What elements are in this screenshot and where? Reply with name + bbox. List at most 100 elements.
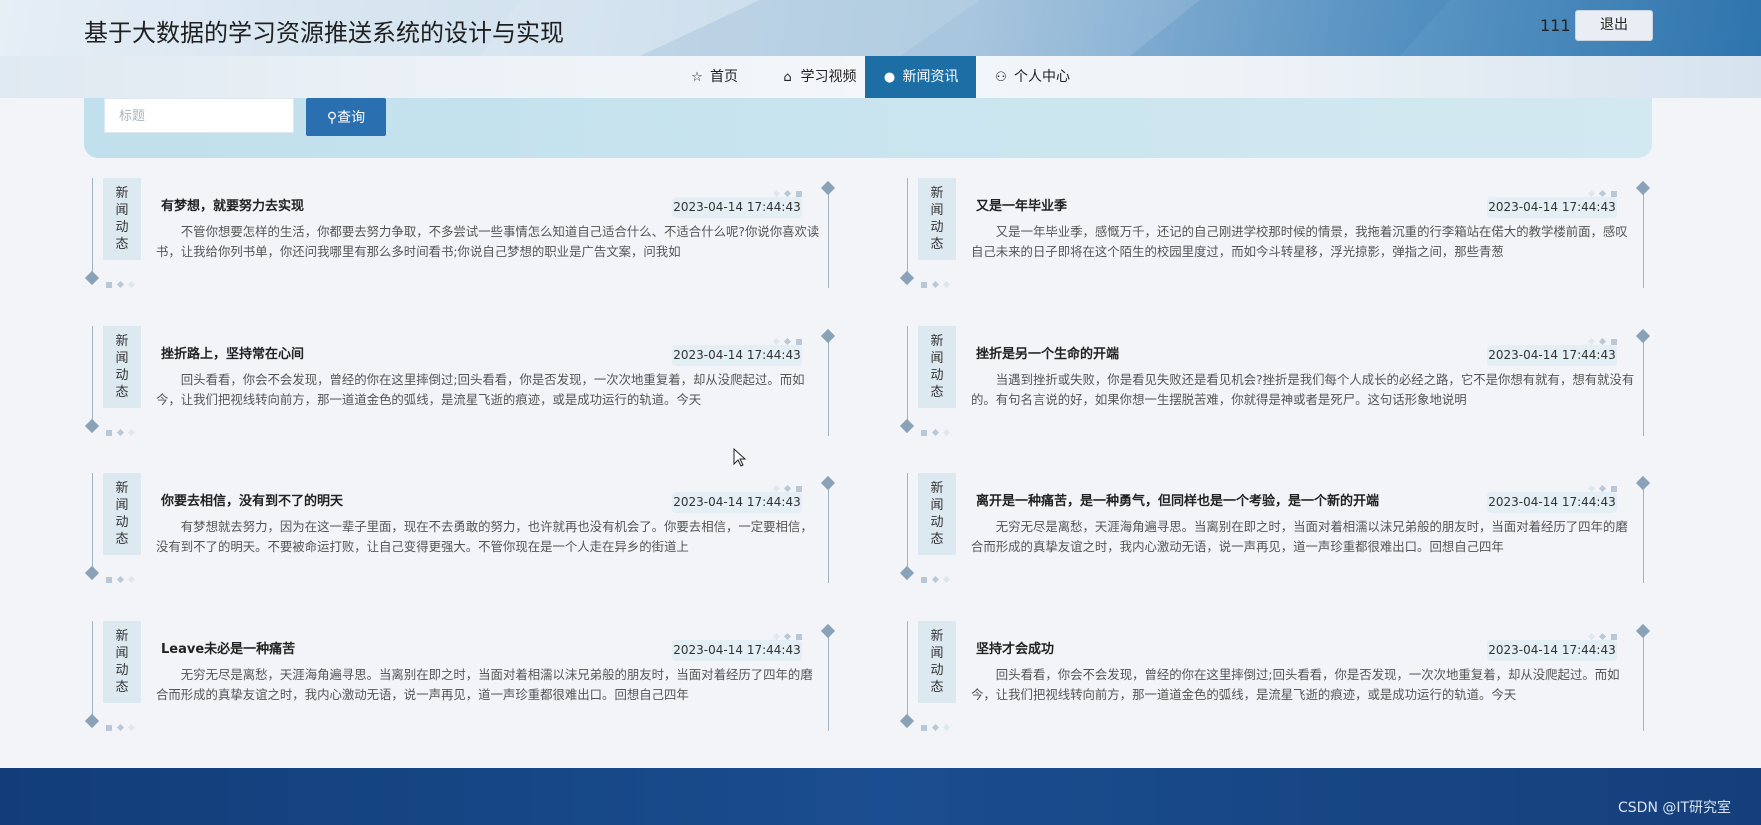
news-card[interactable]: 新闻动态 Leave未必是一种痛苦 2023-04-14 17:44:43 无穷无尽是… (84, 621, 836, 736)
dots-ornament (921, 422, 955, 441)
csdn-watermark: CSDN @IT研究室 (1618, 800, 1732, 816)
news-tag-char: 新 (115, 334, 129, 349)
top-header: 基于大数据的学习资源推送系统的设计与实现 111 退出 (0, 0, 1761, 56)
nav-item-news[interactable]: ● 新闻资讯 (865, 56, 976, 98)
news-summary: 有梦想就去努力，因为在这一辈子里面，现在不去勇敢的努力，也许就再也没有机会了。你… (156, 519, 813, 554)
search-button-label: 查询 (337, 109, 366, 125)
card-divider (907, 473, 908, 573)
news-date: 2023-04-14 17:44:43 (672, 345, 802, 366)
news-date: 2023-04-14 17:44:43 (1487, 640, 1617, 661)
news-tag-char: 态 (115, 385, 129, 400)
news-card[interactable]: 新闻动态 有梦想，就要努力去实现 2023-04-14 17:44:43 不管你想要怎… (84, 178, 836, 290)
diamond-ornament-icon (899, 418, 915, 434)
news-card[interactable]: 新闻动态 坚持才会成功 2023-04-14 17:44:43 回头看看，你会不会发现… (899, 621, 1651, 733)
dots-ornament (106, 717, 140, 736)
dots-ornament (106, 569, 140, 588)
news-tag-char: 新 (930, 186, 944, 201)
news-tag-char: 新 (115, 629, 129, 644)
news-tag-char: 动 (115, 515, 129, 530)
news-title[interactable]: 挫折路上，坚持常在心间 (161, 343, 304, 362)
user-icon: ⚇ (995, 70, 1007, 85)
diamond-ornament-icon (820, 623, 836, 639)
news-summary: 无穷无尽是离愁，天涯海角遍寻思。当离别在即之时，当面对着相濡以沫兄弟般的朋友时，… (156, 667, 813, 702)
news-title[interactable]: 坚持才会成功 (976, 638, 1054, 657)
news-tag-char: 新 (115, 481, 129, 496)
card-divider (907, 178, 908, 278)
news-tag-char: 闻 (115, 203, 129, 218)
news-tag-char: 闻 (930, 351, 944, 366)
news-title[interactable]: 你要去相信，没有到不了的明天 (161, 490, 343, 509)
card-divider (1643, 631, 1644, 731)
news-tag-char: 态 (930, 237, 944, 252)
news-card[interactable]: 新闻动态 挫折路上，坚持常在心间 2023-04-14 17:44:43 回头看看，你… (84, 326, 836, 441)
news-tag-char: 新 (930, 334, 944, 349)
info-icon: ● (883, 70, 896, 85)
news-tag-char: 闻 (115, 646, 129, 661)
card-divider (1643, 483, 1644, 583)
news-date: 2023-04-14 17:44:43 (1487, 197, 1617, 218)
news-summary: 无穷无尽是离愁，天涯海角遍寻思。当离别在即之时，当面对着相濡以沫兄弟般的朋友时，… (971, 519, 1628, 554)
news-summary: 当遇到挫折或失败，你是看见失败还是看见机会?挫折是我们每个人成长的必经之路，它不… (971, 372, 1635, 407)
diamond-ornament-icon (1635, 623, 1651, 639)
news-date: 2023-04-14 17:44:43 (1487, 345, 1617, 366)
news-tag-char: 闻 (930, 646, 944, 661)
news-summary: 又是一年毕业季，感慨万千，还记的自己刚进学校那时候的情景，我拖着沉重的行李箱站在… (971, 224, 1628, 259)
star-icon: ☆ (691, 70, 703, 85)
news-tag-char: 动 (115, 663, 129, 678)
news-tag-char: 新 (930, 629, 944, 644)
news-card[interactable]: 新闻动态 你要去相信，没有到不了的明天 2023-04-14 17:44:43 有梦想… (84, 473, 836, 588)
card-divider (92, 326, 93, 426)
news-tag-char: 动 (115, 368, 129, 383)
news-tag-char: 态 (930, 532, 944, 547)
card-divider (828, 188, 829, 288)
news-tag-char: 闻 (930, 203, 944, 218)
diamond-ornament-icon (1635, 328, 1651, 344)
news-title[interactable]: 又是一年毕业季 (976, 195, 1067, 214)
news-title[interactable]: Leave未必是一种痛苦 (161, 638, 295, 657)
card-divider (92, 178, 93, 278)
diamond-ornament-icon (84, 565, 100, 581)
news-tag-char: 动 (115, 220, 129, 235)
news-summary: 回头看看，你会不会发现，曾经的你在这里摔倒过;回头看看，你是否发现，一次次地重复… (156, 372, 805, 407)
main-nav: ☆ 首页 ⌂ 学习视频 ● 新闻资讯 ⚇ 个人中心 (0, 56, 1761, 98)
search-button[interactable]: ⚲查询 (306, 98, 386, 136)
nav-item-label: 首页 (710, 69, 738, 85)
news-title[interactable]: 离开是一种痛苦，是一种勇气，但同样也是一个考验，是一个新的开端 (976, 490, 1379, 509)
nav-item-home[interactable]: ☆ 首页 (656, 56, 772, 98)
diamond-ornament-icon (1635, 475, 1651, 491)
news-tag-char: 态 (115, 680, 129, 695)
diamond-ornament-icon (84, 418, 100, 434)
diamond-ornament-icon (899, 565, 915, 581)
news-tag-char: 新 (115, 186, 129, 201)
news-card[interactable]: 新闻动态 挫折是另一个生命的开端 2023-04-14 17:44:43 当遇到挫折或… (899, 326, 1651, 441)
news-tag-char: 闻 (930, 498, 944, 513)
nav-item-label: 新闻资讯 (902, 69, 959, 85)
news-title[interactable]: 挫折是另一个生命的开端 (976, 343, 1119, 362)
dots-ornament (106, 422, 140, 441)
news-date: 2023-04-14 17:44:43 (672, 492, 802, 513)
search-icon: ⚲ (326, 109, 338, 125)
news-date: 2023-04-14 17:44:43 (1487, 492, 1617, 513)
news-card[interactable]: 新闻动态 离开是一种痛苦，是一种勇气，但同样也是一个考验，是一个新的开端 2023-… (899, 473, 1651, 585)
diamond-ornament-icon (1635, 180, 1651, 196)
news-tag-char: 态 (115, 237, 129, 252)
logout-button[interactable]: 退出 (1575, 10, 1653, 41)
diamond-ornament-icon (820, 328, 836, 344)
news-card[interactable]: 新闻动态 又是一年毕业季 2023-04-14 17:44:43 又是一年毕业季，感慨… (899, 178, 1651, 290)
news-summary: 回头看看，你会不会发现，曾经的你在这里摔倒过;回头看看，你是否发现，一次次地重复… (971, 667, 1620, 702)
news-category-tag: 新闻动态 (103, 178, 141, 260)
card-divider (92, 621, 93, 721)
nav-item-videos[interactable]: ⌂ 学习视频 (772, 56, 865, 98)
nav-item-profile[interactable]: ⚇ 个人中心 (976, 56, 1088, 98)
card-divider (1643, 336, 1644, 436)
card-divider (907, 326, 908, 426)
news-title[interactable]: 有梦想，就要努力去实现 (161, 195, 304, 214)
diamond-ornament-icon (820, 475, 836, 491)
diamond-ornament-icon (84, 270, 100, 286)
nav-item-label: 个人中心 (1014, 69, 1070, 85)
diamond-ornament-icon (820, 180, 836, 196)
news-tag-char: 动 (930, 368, 944, 383)
news-category-tag: 新闻动态 (103, 326, 141, 408)
news-date: 2023-04-14 17:44:43 (672, 640, 802, 661)
title-search-input[interactable] (104, 98, 294, 133)
